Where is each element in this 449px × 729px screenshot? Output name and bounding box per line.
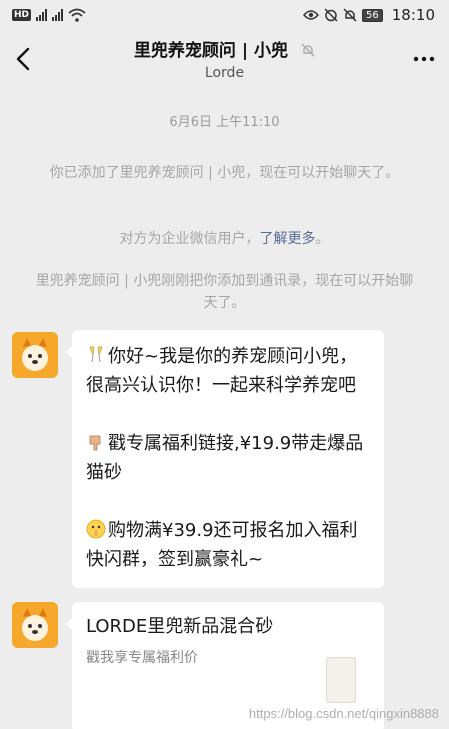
corp-suffix: 。 xyxy=(315,231,330,247)
message-text: 你好~我是你的养宠顾问小兜，很高兴认识你！一起来科学养宠吧 xyxy=(86,342,370,400)
system-added-message: 你已添加了里兜养宠顾问 | 小兜，现在可以开始聊天了。 xyxy=(49,165,400,181)
watermark: https://blog.csdn.net/qingxin8888 xyxy=(248,706,439,721)
learn-more-link[interactable]: 了解更多 xyxy=(260,231,316,247)
avatar[interactable] xyxy=(12,332,58,378)
avatar-image xyxy=(12,602,58,648)
eye-icon xyxy=(303,10,320,20)
signal-icon-2 xyxy=(52,9,64,21)
alarm-off-icon xyxy=(324,8,338,22)
chat-header: 里兜养宠顾问 | 小兜 Lorde xyxy=(0,30,449,88)
system-contact-message: 里兜养宠顾问 | 小兜刚刚把你添加到通讯录，现在可以开始聊天了。 xyxy=(35,273,414,311)
more-icon[interactable] xyxy=(413,50,435,68)
pointing-down-icon xyxy=(89,435,101,451)
avatar[interactable] xyxy=(12,602,58,648)
status-time: 18:10 xyxy=(391,6,435,24)
muted-bell-icon xyxy=(301,43,315,57)
message-bubble[interactable]: 你好~我是你的养宠顾问小兜，很高兴认识你！一起来科学养宠吧 戳专属福利链接,¥1… xyxy=(66,330,384,588)
chat-title: 里兜养宠顾问 | 小兜 xyxy=(133,41,288,61)
card-title: LORDE里兜新品混合砂 xyxy=(86,616,274,637)
avatar-image xyxy=(12,332,58,378)
message-line-2: 戳专属福利链接,¥19.9带走爆品猫砂 xyxy=(86,433,364,483)
hd-badge: HD xyxy=(12,9,32,21)
system-corp-message: 对方为企业微信用户，了解更多。 xyxy=(30,228,419,250)
mute-bell-icon xyxy=(343,8,357,22)
chat-timestamp: 6月6日 上午11:10 xyxy=(169,115,280,130)
champagne-icon xyxy=(89,346,103,363)
battery-icon: 56 xyxy=(362,8,383,22)
shush-face-icon xyxy=(86,519,106,539)
corp-prefix: 对方为企业微信用户， xyxy=(119,231,260,247)
message-line-1: 你好~我是你的养宠顾问小兜，很高兴认识你！一起来科学养宠吧 xyxy=(86,346,358,396)
card-thumbnail xyxy=(326,657,356,703)
wifi-icon xyxy=(68,8,86,22)
chat-subtitle: Lorde xyxy=(204,65,245,81)
signal-icon-1 xyxy=(36,9,48,21)
status-bar: HD 56 18:10 xyxy=(0,0,449,30)
message-line-3: 购物满¥39.9还可报名加入福利快闪群，签到赢豪礼~ xyxy=(86,520,358,570)
